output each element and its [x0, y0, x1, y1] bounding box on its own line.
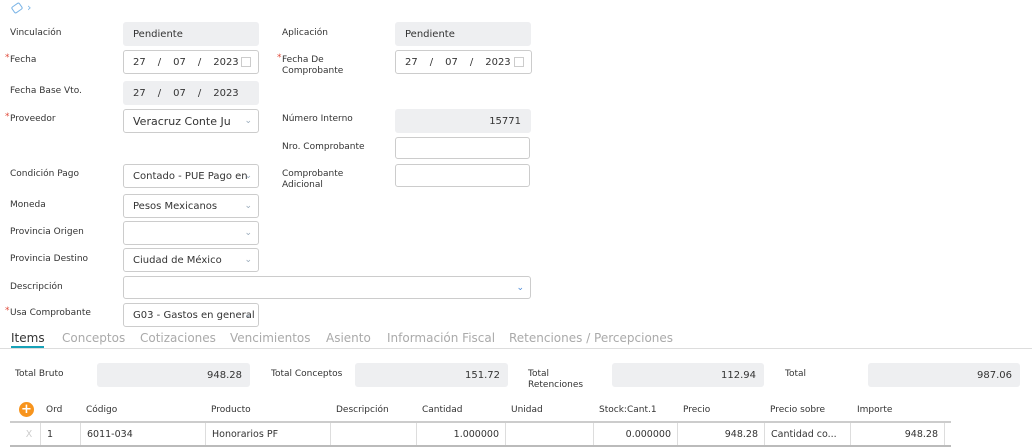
comprobante-adicional-input[interactable]: [395, 164, 530, 187]
total-retenciones-label: Total Retenciones: [528, 369, 584, 390]
usa-comprobante-label: Usa Comprobante: [5, 306, 91, 319]
col-codigo[interactable]: Código: [86, 405, 117, 415]
descripcion-select[interactable]: ⌄: [123, 276, 531, 299]
chevron-down-icon: ⌄: [516, 283, 524, 293]
total-label: Total: [785, 369, 807, 379]
cell-descripcion[interactable]: [330, 423, 416, 445]
delete-row-button[interactable]: X: [18, 423, 40, 445]
cell-unidad[interactable]: [505, 423, 593, 445]
vinculacion-label: Vinculación: [10, 28, 62, 38]
col-precio[interactable]: Precio: [683, 405, 710, 415]
total-bruto-value: 948.28: [97, 363, 250, 387]
chevron-down-icon: ⌄: [244, 310, 252, 320]
moneda-select[interactable]: Pesos Mexicanos ⌄: [123, 194, 259, 218]
tab-informacion-fiscal[interactable]: Información Fiscal: [387, 331, 495, 345]
nro-comprobante-input[interactable]: [395, 137, 530, 159]
proveedor-label: Proveedor: [5, 112, 56, 125]
total-retenciones-value: 112.94: [612, 363, 764, 387]
tag-icon[interactable]: [10, 1, 24, 15]
cell-precio-sobre[interactable]: Cantidad co...: [764, 423, 850, 445]
total-value: 987.06: [868, 363, 1020, 387]
moneda-label: Moneda: [10, 200, 46, 210]
day: 27: [133, 56, 146, 68]
cell-producto[interactable]: Honorarios PF: [205, 423, 330, 445]
month: 07: [173, 56, 186, 68]
cell-ord[interactable]: 1: [40, 423, 80, 445]
condicion-pago-label: Condición Pago: [10, 169, 79, 179]
tab-conceptos[interactable]: Conceptos: [62, 331, 125, 345]
provincia-origen-select[interactable]: ⌄: [123, 221, 259, 245]
col-importe[interactable]: Importe: [857, 405, 892, 415]
fecha-label: Fecha: [5, 53, 36, 66]
calendar-icon[interactable]: [241, 57, 251, 67]
month: 07: [445, 56, 458, 68]
usa-comprobante-select[interactable]: G03 - Gastos en general ⌄: [123, 303, 259, 327]
chevron-down-icon: ⌄: [244, 228, 252, 238]
col-descripcion[interactable]: Descripción: [336, 405, 389, 415]
chevron-down-icon: ⌄: [244, 201, 252, 211]
col-ord[interactable]: Ord: [46, 405, 62, 415]
chevron-down-icon: ⌄: [244, 255, 252, 265]
col-cantidad[interactable]: Cantidad: [422, 405, 462, 415]
vinculacion-field: Pendiente: [123, 22, 259, 46]
year: 2023: [485, 56, 511, 68]
proveedor-select[interactable]: Veracruz Conte Ju ⌄: [123, 109, 259, 133]
cell-cantidad[interactable]: 1.000000: [416, 423, 505, 445]
total-conceptos-value: 151.72: [355, 363, 508, 387]
provincia-origen-label: Provincia Origen: [10, 227, 84, 237]
col-unidad[interactable]: Unidad: [511, 405, 543, 415]
tabs-divider: [0, 348, 1032, 349]
tab-vencimientos[interactable]: Vencimientos: [230, 331, 311, 345]
fecha-comprobante-label: Fecha DeComprobante: [277, 53, 343, 77]
fecha-base-label: Fecha Base Vto.: [10, 86, 82, 96]
col-producto[interactable]: Producto: [211, 405, 251, 415]
vinculacion-value: Pendiente: [133, 28, 183, 40]
col-stock[interactable]: Stock:Cant.1: [599, 405, 657, 415]
numero-interno-label: Número Interno: [282, 114, 353, 124]
tab-cotizaciones[interactable]: Cotizaciones: [140, 331, 216, 345]
aplicacion-label: Aplicación: [282, 28, 328, 38]
calendar-icon[interactable]: [514, 57, 524, 67]
tab-retenciones-percepciones[interactable]: Retenciones / Percepciones: [509, 331, 673, 345]
tab-asiento[interactable]: Asiento: [326, 331, 371, 345]
tab-items[interactable]: Items: [11, 331, 45, 345]
year: 2023: [213, 56, 239, 68]
chevron-down-icon: ⌄: [244, 171, 252, 181]
add-row-button[interactable]: +: [19, 402, 34, 417]
provincia-destino-label: Provincia Destino: [10, 254, 89, 264]
condicion-pago-select[interactable]: Contado - PUE Pago en ⌄: [123, 164, 259, 188]
cell-stock[interactable]: 0.000000: [593, 423, 677, 445]
cell-codigo[interactable]: 6011-034: [80, 423, 205, 445]
aplicacion-value: Pendiente: [405, 28, 455, 40]
nro-comprobante-label: Nro. Comprobante: [282, 142, 365, 152]
col-precio-sobre[interactable]: Precio sobre: [770, 405, 825, 415]
total-conceptos-label: Total Conceptos: [271, 369, 343, 379]
breadcrumb-chevron[interactable]: ›: [27, 1, 31, 14]
fecha-comprobante-input[interactable]: 27/07/2023: [395, 50, 532, 74]
fecha-input[interactable]: 27/07/2023: [123, 50, 259, 74]
cell-importe[interactable]: 948.28: [850, 423, 945, 445]
cell-precio[interactable]: 948.28: [677, 423, 764, 445]
aplicacion-field: Pendiente: [395, 22, 531, 46]
table-row-border: [10, 445, 951, 447]
day: 27: [405, 56, 418, 68]
total-bruto-label: Total Bruto: [15, 369, 64, 379]
provincia-destino-select[interactable]: Ciudad de México ⌄: [123, 248, 259, 272]
descripcion-label: Descripción: [10, 282, 63, 292]
numero-interno-field: 15771: [395, 109, 531, 133]
comprobante-adicional-label: Comprobante Adicional: [282, 169, 344, 190]
chevron-down-icon: ⌄: [244, 116, 252, 126]
fecha-base-field: 27/07/2023: [123, 81, 259, 105]
